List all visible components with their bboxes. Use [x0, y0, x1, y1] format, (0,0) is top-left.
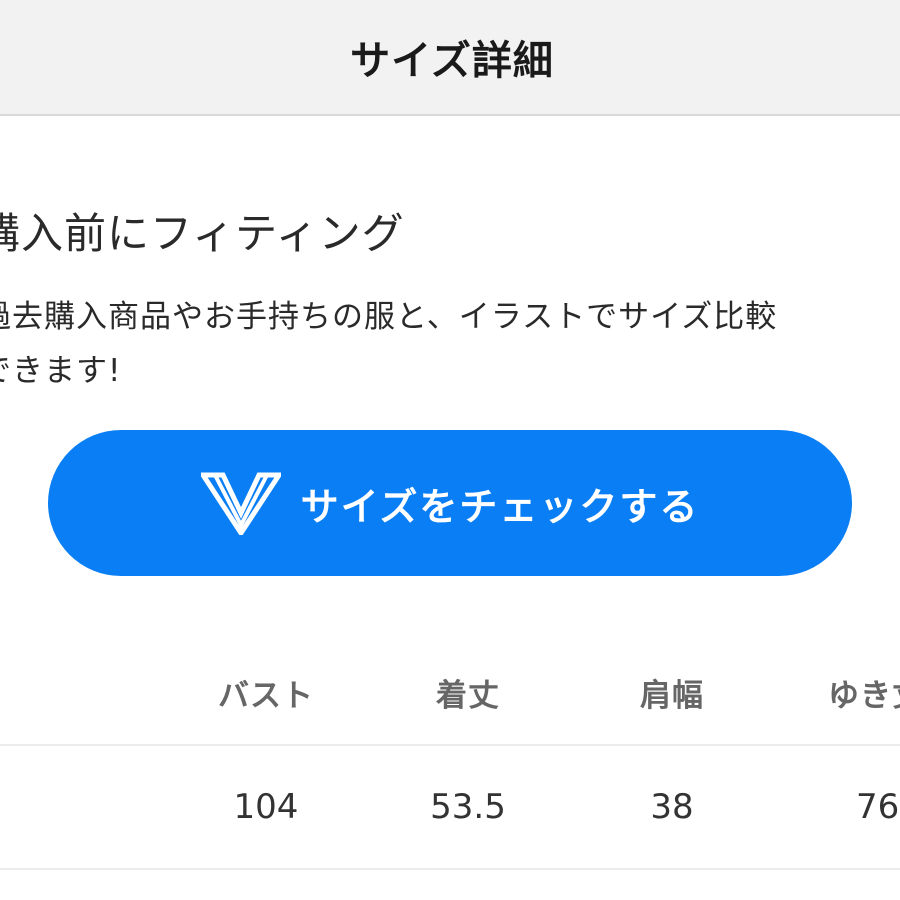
fitting-description: 過去購入商品やお手持ちの服と、イラストでサイズ比較 できます!	[0, 290, 777, 398]
cell-length-value: 53.5	[430, 787, 506, 827]
fitting-description-line-2: できます!	[0, 353, 122, 389]
check-size-button-label: サイズをチェックする	[300, 484, 700, 529]
size-table-header-row: バスト 着丈 肩幅 ゆき丈	[0, 640, 900, 746]
fitting-description-line-1: 過去購入商品やお手持ちの服と、イラストでサイズ比較	[0, 299, 778, 335]
page-title: サイズ詳細	[350, 38, 554, 84]
column-header-length: 着丈	[436, 677, 500, 714]
column-header-bust: バスト	[218, 677, 314, 714]
top-header: サイズ詳細	[0, 0, 900, 116]
v-logo-icon	[200, 472, 281, 535]
column-header-sleeve: ゆき丈	[828, 677, 900, 714]
cell-shoulder-value: 38	[650, 787, 694, 827]
table-row: 104 53.5 38 76	[0, 746, 900, 870]
column-header-shoulder: 肩幅	[640, 677, 704, 714]
fitting-heading: 購入前にフィティング	[0, 209, 405, 258]
check-size-button[interactable]: サイズをチェックする	[48, 430, 852, 576]
cell-sleeve-value: 76	[856, 787, 900, 827]
size-table: バスト 着丈 肩幅 ゆき丈 104 53.5 38 76	[0, 640, 900, 870]
cell-bust-value: 104	[233, 787, 299, 827]
page: サイズ詳細 購入前にフィティング 過去購入商品やお手持ちの服と、イラストでサイズ…	[0, 0, 900, 900]
